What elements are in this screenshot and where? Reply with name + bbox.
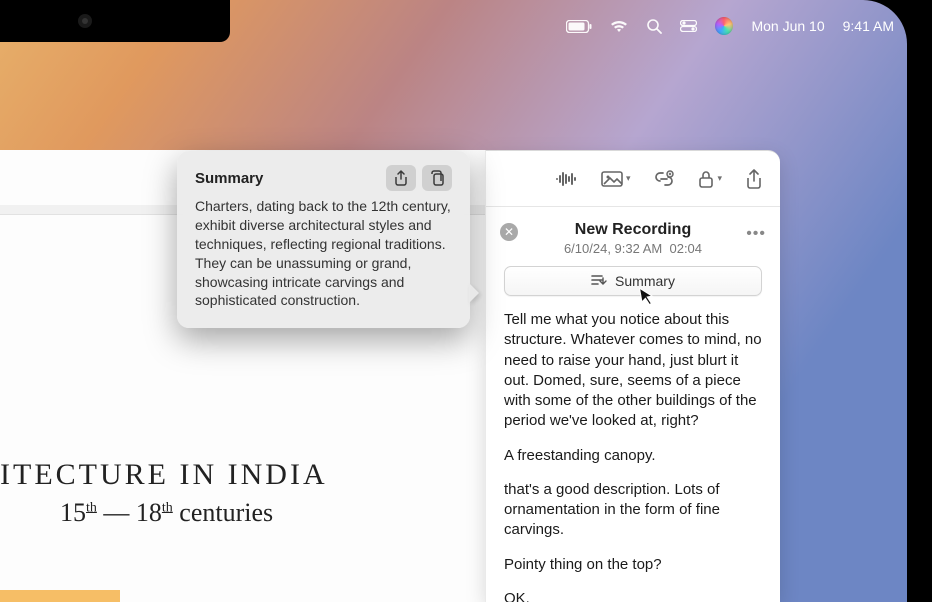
recording-subtitle: 6/10/24, 9:32 AM 02:04: [504, 241, 762, 256]
hw-text: — 18: [97, 498, 162, 527]
battery-icon[interactable]: [566, 20, 592, 33]
lock-button[interactable]: ▾: [698, 170, 722, 188]
recording-date: 6/10/24, 9:32 AM: [564, 241, 662, 256]
link-button[interactable]: [654, 170, 674, 188]
recording-duration: 02:04: [669, 241, 702, 256]
transcript: Tell me what you notice about this struc…: [504, 310, 762, 602]
handwriting-block: ITECTURE IN INDIA 15th — 18th centuries: [0, 458, 440, 528]
transcript-paragraph: A freestanding canopy.: [504, 446, 762, 466]
notes-toolbar: ▾ ▾: [486, 151, 780, 207]
recording-title: New Recording: [504, 221, 762, 239]
chevron-down-icon: ▾: [717, 173, 722, 184]
transcript-paragraph: OK.: [504, 589, 762, 602]
wifi-icon[interactable]: [610, 20, 628, 33]
more-options-button[interactable]: •••: [746, 225, 766, 243]
highlight-fragment: [0, 590, 120, 602]
chevron-down-icon: ▾: [626, 173, 631, 184]
recording-sidebar: ▾ ▾ ✕ ••• New Recording 6/10/24, 9:32 AM…: [485, 150, 780, 602]
close-recording-button[interactable]: ✕: [500, 223, 518, 241]
camera: [78, 14, 92, 28]
menubar-time[interactable]: 9:41 AM: [843, 18, 894, 34]
hw-sup: th: [86, 500, 97, 515]
transcript-paragraph: Pointy thing on the top?: [504, 555, 762, 575]
control-center-icon[interactable]: [680, 20, 697, 32]
summary-icon: [591, 274, 607, 288]
share-button[interactable]: [746, 169, 762, 189]
share-summary-button[interactable]: [386, 165, 416, 191]
spotlight-icon[interactable]: [646, 18, 662, 34]
hw-text: 15: [60, 498, 86, 527]
transcript-paragraph: Tell me what you notice about this struc…: [504, 310, 762, 432]
handwriting-line-1: ITECTURE IN INDIA: [0, 458, 440, 492]
display-notch: [0, 0, 230, 42]
popover-tail: [469, 283, 479, 303]
macbook-screen: Mon Jun 10 9:41 AM ITECTURE IN INDIA 15t…: [0, 0, 932, 602]
siri-icon[interactable]: [715, 17, 733, 35]
hw-sup: th: [162, 500, 173, 515]
copy-summary-button[interactable]: [422, 165, 452, 191]
menubar-date[interactable]: Mon Jun 10: [751, 18, 824, 34]
transcript-paragraph: that's a good description. Lots of ornam…: [504, 480, 762, 541]
popover-title: Summary: [195, 170, 263, 187]
audio-button[interactable]: [555, 170, 577, 188]
handwriting-line-2: 15th — 18th centuries: [60, 498, 440, 528]
popover-text: Charters, dating back to the 12th centur…: [195, 197, 452, 310]
menu-bar: Mon Jun 10 9:41 AM: [566, 14, 894, 38]
media-button[interactable]: ▾: [601, 170, 631, 188]
summary-button[interactable]: Summary: [504, 266, 762, 296]
hw-text: centuries: [173, 498, 273, 527]
summary-popover: Summary Charters, dating back to the 12t…: [177, 151, 470, 328]
recording-header: ✕ ••• New Recording 6/10/24, 9:32 AM 02:…: [504, 217, 762, 266]
display-bezel: [907, 0, 932, 602]
